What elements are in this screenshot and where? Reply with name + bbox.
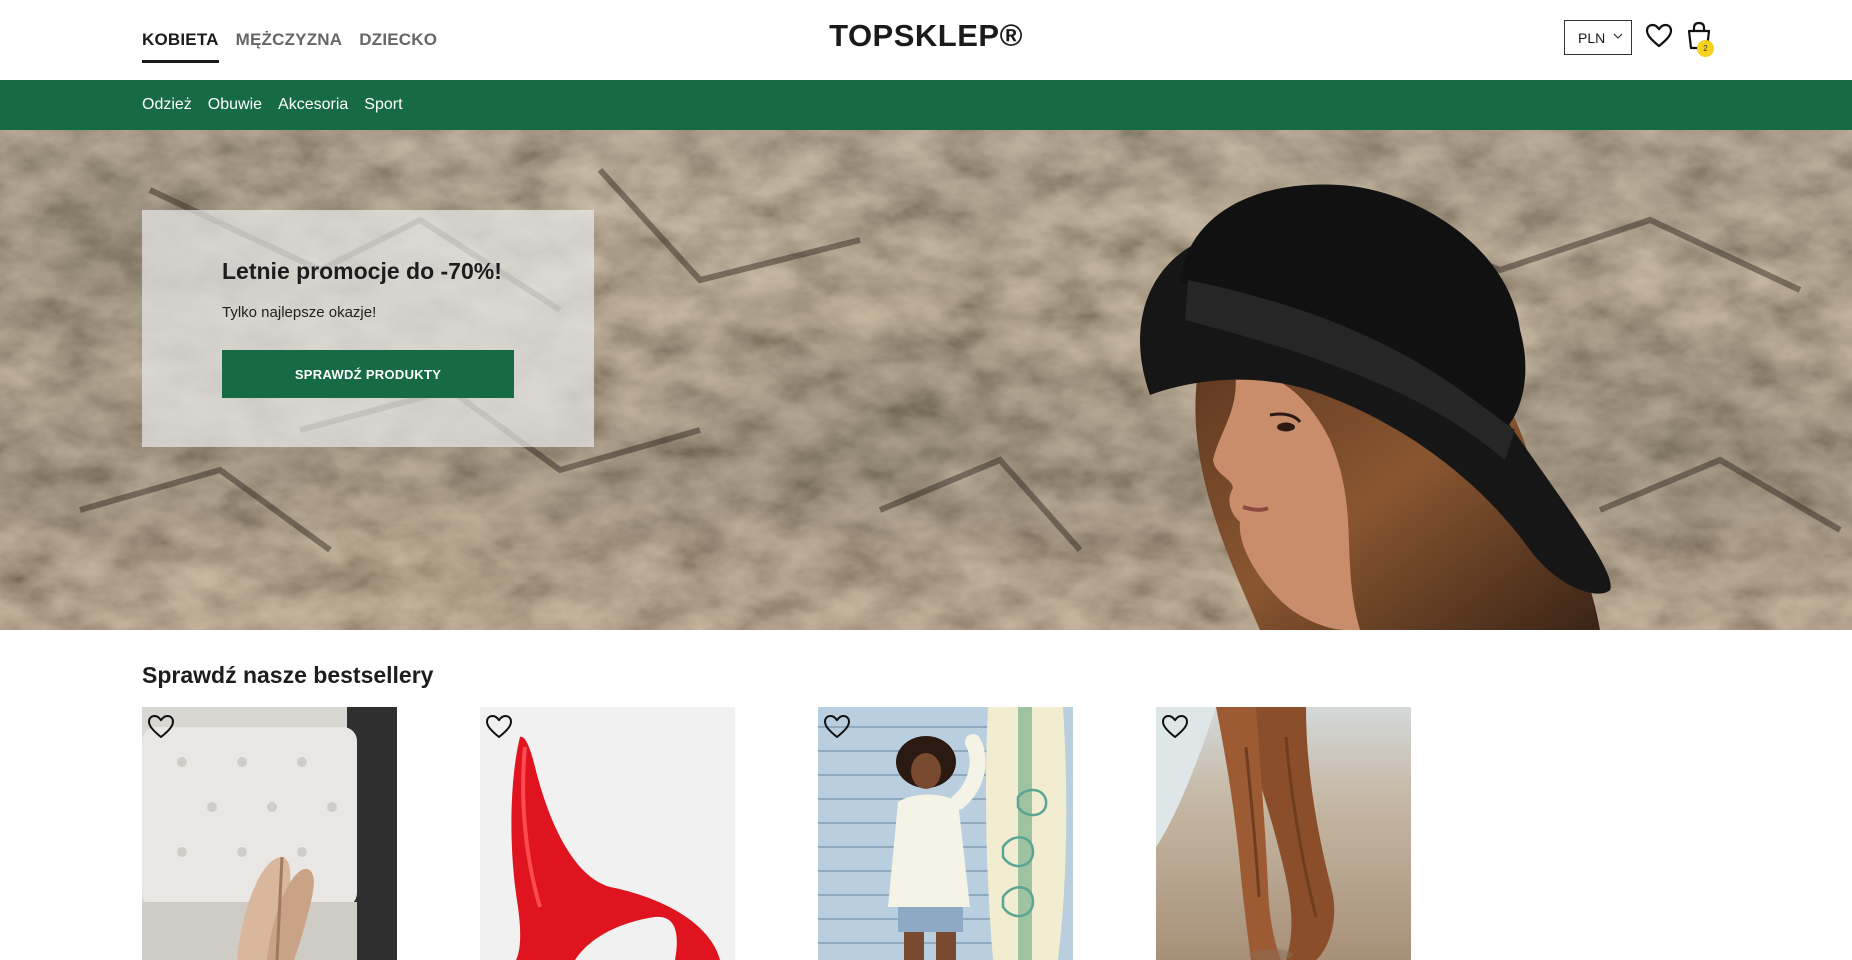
product-card-brown-trousers[interactable] xyxy=(1156,707,1411,960)
category-sport[interactable]: Sport xyxy=(364,96,402,114)
category-nav: Odzież Obuwie Akcesoria Sport xyxy=(0,80,1852,130)
heart-icon[interactable] xyxy=(485,713,513,741)
tab-kobieta[interactable]: KOBIETA xyxy=(142,0,219,80)
category-odziez[interactable]: Odzież xyxy=(142,96,192,114)
promo-subtitle: Tylko najlepsze okazje! xyxy=(222,304,377,321)
product-image xyxy=(480,707,735,960)
check-products-button[interactable]: SPRAWDŹ PRODUKTY xyxy=(222,350,514,398)
currency-select[interactable]: PLN xyxy=(1564,20,1632,55)
tab-dziecko[interactable]: DZIECKO xyxy=(359,0,437,80)
heart-icon[interactable] xyxy=(1645,22,1673,50)
heart-icon[interactable] xyxy=(147,713,175,741)
currency-value: PLN xyxy=(1578,29,1606,46)
promo-title: Letnie promocje do -70%! xyxy=(222,258,502,284)
product-image xyxy=(142,707,397,960)
cart-count-badge: 2 xyxy=(1697,40,1714,57)
product-grid xyxy=(142,707,1411,960)
heart-icon[interactable] xyxy=(823,713,851,741)
product-image xyxy=(1156,707,1411,960)
promo-box: Letnie promocje do -70%! Tylko najlepsze… xyxy=(142,210,594,447)
hero-banner: Letnie promocje do -70%! Tylko najlepsze… xyxy=(0,130,1852,630)
chevron-down-icon xyxy=(1613,33,1623,39)
site-header: KOBIETA MĘŻCZYZNA DZIECKO TOPSKLEP® PLN … xyxy=(0,0,1852,80)
category-obuwie[interactable]: Obuwie xyxy=(208,96,262,114)
heart-icon[interactable] xyxy=(1161,713,1189,741)
product-image xyxy=(818,707,1073,960)
tab-mezczyzna[interactable]: MĘŻCZYZNA xyxy=(236,0,343,80)
category-akcesoria[interactable]: Akcesoria xyxy=(278,96,348,114)
bestsellers-title: Sprawdź nasze bestsellery xyxy=(142,662,434,688)
product-card-beige-heels[interactable] xyxy=(142,707,397,960)
product-card-red-stiletto[interactable] xyxy=(480,707,735,960)
logo[interactable]: TOPSKLEP® xyxy=(829,18,1023,53)
gender-nav: KOBIETA MĘŻCZYZNA DZIECKO xyxy=(142,0,437,80)
product-card-white-sweater[interactable] xyxy=(818,707,1073,960)
